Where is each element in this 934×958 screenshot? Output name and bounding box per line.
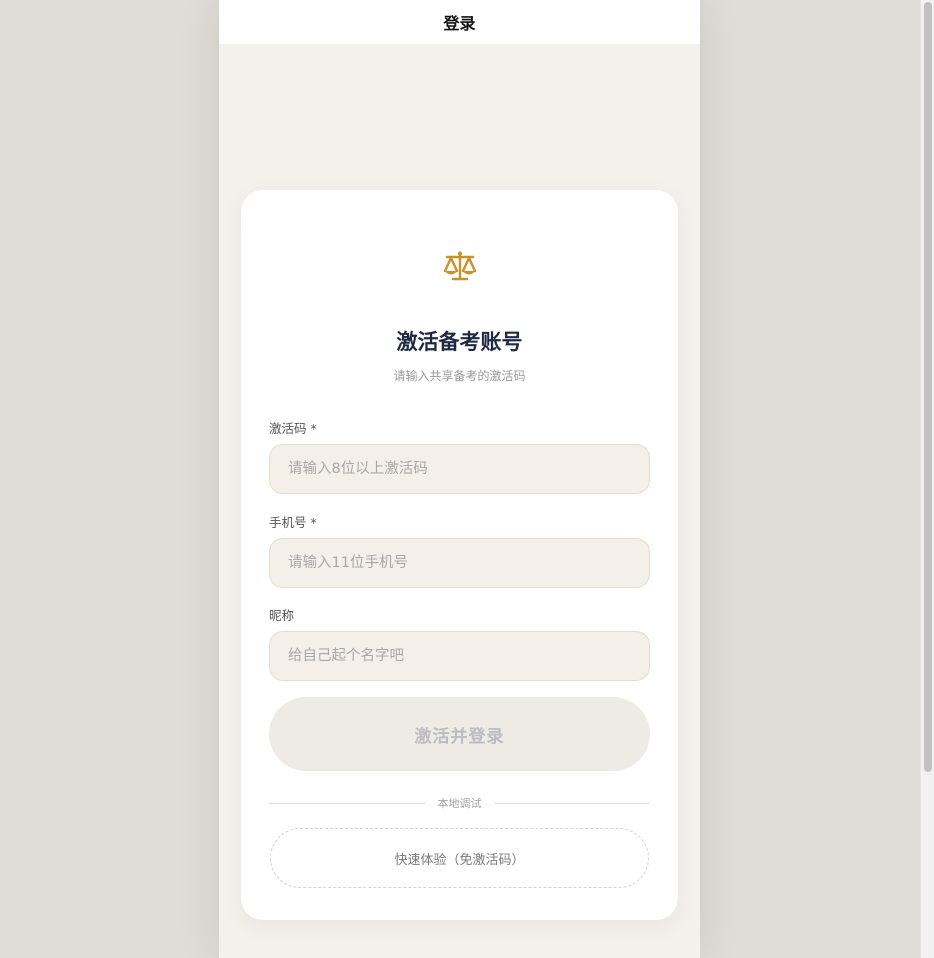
browser-viewport: 登录 激活备考账号 请输入共享备考的激活码 激活码 * 请输入8位以上激活码 手… <box>0 0 920 958</box>
quick-experience-button[interactable]: 快速体验（免激活码） <box>270 828 649 888</box>
card-subtitle: 请输入共享备考的激活码 <box>393 369 526 383</box>
activation-card: 激活备考账号 请输入共享备考的激活码 激活码* 手机号* 昵称 激活并登录 本地… <box>241 190 678 920</box>
phone-label-text: 手机号 <box>269 515 307 530</box>
card-title: 激活备考账号 <box>396 330 523 354</box>
debug-divider: 本地调试 <box>269 794 650 812</box>
activation-code-input[interactable] <box>269 444 650 494</box>
logo <box>241 250 678 282</box>
phone-input[interactable] <box>269 538 650 588</box>
required-mark: * <box>310 421 317 436</box>
activation-code-label-text: 激活码 <box>269 421 307 436</box>
required-mark: * <box>310 515 317 530</box>
page-scrollbar[interactable] <box>920 0 934 958</box>
mobile-app-frame: 登录 激活备考账号 请输入共享备考的激活码 激活码 * 请输入8位以上激活码 手… <box>219 0 700 958</box>
nickname-input[interactable] <box>269 631 650 681</box>
scrollbar-thumb[interactable] <box>924 2 932 772</box>
nickname-label: 昵称 <box>269 605 294 624</box>
phone-label: 手机号 * <box>269 512 317 531</box>
page-title: 登录 <box>443 14 476 33</box>
navigation-bar: 登录 <box>219 0 700 44</box>
nickname-label-text: 昵称 <box>269 608 295 623</box>
divider-label: 本地调试 <box>437 797 482 810</box>
scales-icon <box>443 251 476 281</box>
activate-login-button[interactable]: 激活并登录 <box>269 697 650 771</box>
divider-line-right <box>493 802 650 804</box>
divider-line-left <box>269 802 426 804</box>
activation-code-label: 激活码 * <box>269 418 317 437</box>
